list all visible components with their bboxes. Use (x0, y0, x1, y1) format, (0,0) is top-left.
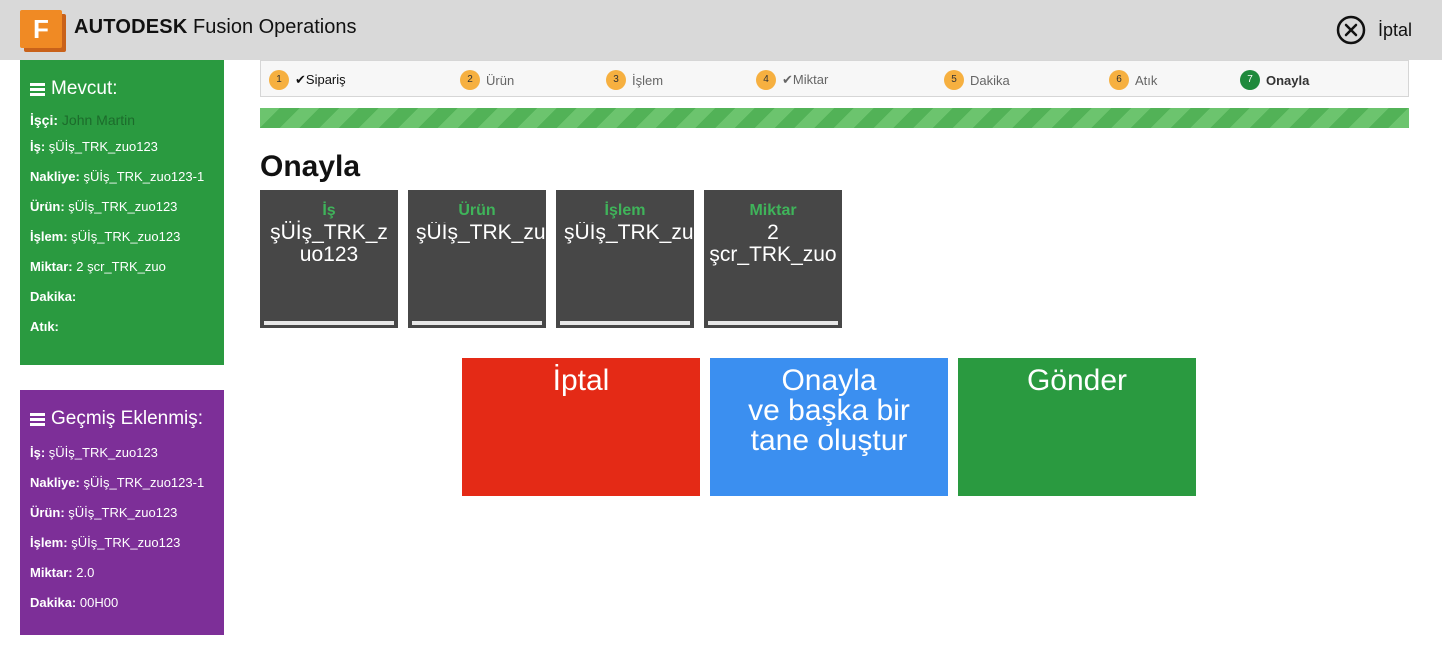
top-cancel-label: İptal (1377, 19, 1412, 40)
history-job-row: İş: şÜİş_TRK_zuo123 (30, 445, 158, 460)
history-product-row: Ürün: şÜİş_TRK_zuo123 (30, 505, 178, 520)
current-job-row: İş: şÜİş_TRK_zuo123 (30, 139, 158, 154)
product-card-value: şÜİş_TRK_zuo (416, 222, 546, 244)
operation-card-title: İşlem (604, 202, 646, 219)
quantity-card-amount: 2 (767, 221, 779, 244)
card-underline (412, 321, 542, 325)
step-quantity[interactable]: 4 ✔Miktar (756, 70, 828, 90)
card-underline (560, 321, 690, 325)
quantity-card: Miktar 2 şcr_TRK_zuo (704, 190, 842, 328)
page-title: Onayla (260, 150, 361, 183)
check-icon: ✔ (782, 72, 793, 87)
current-quantity-row: Miktar: 2 şcr_TRK_zuo (30, 259, 166, 274)
step-order[interactable]: 1 ✔Sipariş (269, 70, 346, 90)
card-underline (708, 321, 838, 325)
history-shipping-row: Nakliye: şÜİş_TRK_zuo123-1 (30, 475, 205, 490)
submit-button[interactable]: Gönder (958, 358, 1196, 496)
operation-card: İşlem şÜİş_TRK_zuo (556, 190, 694, 328)
step-product[interactable]: 2 Ürün (460, 70, 514, 90)
history-panel: Geçmiş Eklenmiş: İş: şÜİş_TRK_zuo123 Nak… (20, 390, 224, 635)
top-bar: F AUTODESK Fusion Operations İptal (0, 0, 1442, 60)
worker-value: John Martin (61, 112, 136, 128)
step-scrap[interactable]: 6 Atık (1109, 70, 1157, 90)
card-underline (264, 321, 394, 325)
history-panel-title: Geçmiş Eklenmiş: (30, 408, 214, 430)
cancel-button[interactable]: İptal (462, 358, 700, 496)
current-operation-row: İşlem: şÜİş_TRK_zuo123 (30, 229, 181, 244)
wizard-steps: 1 ✔Sipariş 2 Ürün 3 İşlem 4 ✔Miktar 5 Da… (260, 60, 1409, 97)
job-card-title: İş (322, 202, 336, 219)
menu-icon (30, 81, 45, 98)
product-card: Ürün şÜİş_TRK_zuo (408, 190, 546, 328)
step-operation[interactable]: 3 İşlem (606, 70, 663, 90)
current-shipping-row: Nakliye: şÜİş_TRK_zuo123-1 (30, 169, 205, 184)
step-confirm[interactable]: 7 Onayla (1240, 70, 1309, 90)
app-title: AUTODESK Fusion Operations (74, 16, 356, 39)
history-operation-row: İşlem: şÜİş_TRK_zuo123 (30, 535, 181, 550)
top-cancel-button[interactable]: İptal (1336, 14, 1412, 46)
current-scrap-row: Atık: (30, 319, 59, 334)
brand-name: AUTODESK (74, 16, 188, 38)
current-minutes-row: Dakika: (30, 289, 77, 304)
operation-card-value: şÜİş_TRK_zuo (564, 222, 694, 244)
confirm-and-create-another-button[interactable]: Onayla ve başka bir tane oluştur (710, 358, 948, 496)
job-card-value: şÜİş_TRK_zuo123 (270, 221, 388, 266)
menu-icon (30, 411, 45, 428)
check-icon: ✔ (295, 72, 306, 87)
job-card: İş şÜİş_TRK_zuo123 (260, 190, 398, 328)
progress-bar (260, 108, 1409, 128)
worker-row: İşçi: John Martin (30, 112, 136, 128)
quantity-card-unit: şcr_TRK_zuo (709, 243, 837, 266)
close-circle-icon (1336, 15, 1366, 45)
product-card-title: Ürün (458, 202, 496, 219)
product-name: Fusion Operations (193, 16, 357, 38)
step-minutes[interactable]: 5 Dakika (944, 70, 1010, 90)
fusion-logo: F (20, 10, 62, 48)
current-panel-title: Mevcut: (30, 78, 214, 100)
history-quantity-row: Miktar: 2.0 (30, 565, 95, 580)
quantity-card-title: Miktar (749, 202, 797, 219)
action-buttons: İptal Onayla ve başka bir tane oluştur G… (462, 358, 1196, 496)
current-product-row: Ürün: şÜİş_TRK_zuo123 (30, 199, 178, 214)
current-panel: Mevcut: İşçi: John Martin İş: şÜİş_TRK_z… (20, 60, 224, 365)
summary-cards: İş şÜİş_TRK_zuo123 Ürün şÜİş_TRK_zuo İşl… (260, 190, 842, 328)
history-minutes-row: Dakika: 00H00 (30, 595, 119, 610)
